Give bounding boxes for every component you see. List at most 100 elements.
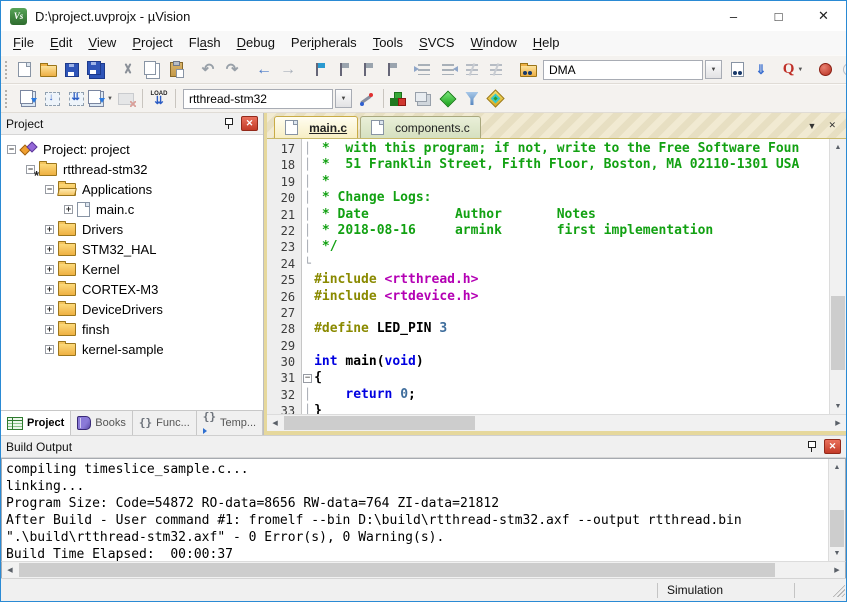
tab-main-c[interactable]: main.c (274, 116, 358, 138)
tree-item-project-project[interactable]: −Project: project (1, 139, 263, 159)
resize-grip[interactable] (831, 583, 845, 597)
expander[interactable]: + (64, 205, 73, 214)
tree-item-devicedrivers[interactable]: +DeviceDrivers (1, 299, 263, 319)
scroll-left-arrow[interactable]: ◀ (2, 562, 18, 578)
open-file-button[interactable] (37, 59, 59, 81)
rebuild-button[interactable] (65, 88, 87, 110)
code-editor[interactable]: 17│ * with this program; if not, write t… (267, 139, 829, 414)
build-output-content[interactable]: compiling timeslice_sample.c...linking..… (2, 459, 828, 561)
menu-peripherals[interactable]: Peripherals (283, 31, 365, 55)
panel-tab-temp[interactable]: {}Temp... (197, 411, 263, 435)
target-combo-dropdown[interactable]: ▼ (335, 89, 352, 108)
copy-button[interactable] (141, 59, 163, 81)
new-file-button[interactable] (13, 59, 35, 81)
menu-edit[interactable]: Edit (42, 31, 80, 55)
scroll-left-arrow[interactable]: ◀ (267, 415, 283, 431)
tree-item-kernel-sample[interactable]: +kernel-sample (1, 339, 263, 359)
expander[interactable]: + (45, 345, 54, 354)
editor-hscroll-thumb[interactable] (284, 416, 475, 430)
tree-item-cortex-m3[interactable]: +CORTEX-M3 (1, 279, 263, 299)
target-combo-input[interactable] (183, 89, 333, 109)
tree-item-finsh[interactable]: +finsh (1, 319, 263, 339)
expander[interactable]: + (45, 325, 54, 334)
disable-breakpoint-button[interactable] (838, 59, 847, 81)
menu-svcs[interactable]: SVCS (411, 31, 462, 55)
batch-build-dropdown-arrow[interactable]: ▼ (107, 96, 113, 102)
next-bookmark-button[interactable] (357, 59, 379, 81)
incremental-find-button[interactable] (750, 59, 772, 81)
prev-bookmark-button[interactable] (333, 59, 355, 81)
manage-rte-button[interactable] (389, 88, 411, 110)
menu-file[interactable]: File (5, 31, 42, 55)
scroll-up-arrow[interactable]: ▲ (830, 139, 846, 155)
document-list-button[interactable]: ▼ (808, 121, 817, 131)
maximize-button[interactable]: □ (756, 1, 801, 31)
select-packs-button[interactable] (461, 88, 483, 110)
scroll-up-arrow[interactable]: ▲ (829, 459, 845, 475)
build-button[interactable] (41, 88, 63, 110)
panel-tab-project[interactable]: Project (1, 411, 71, 435)
cut-button[interactable] (117, 59, 139, 81)
clear-bookmarks-button[interactable] (381, 59, 403, 81)
save-button[interactable] (61, 59, 83, 81)
tree-item-stm32-hal[interactable]: +STM32_HAL (1, 239, 263, 259)
save-all-button[interactable] (85, 59, 107, 81)
expander[interactable]: − (45, 185, 54, 194)
manage-project-items-button[interactable] (437, 88, 459, 110)
expander[interactable]: + (45, 265, 54, 274)
build-output-horizontal-scrollbar[interactable]: ◀ ▶ (1, 561, 846, 578)
insert-breakpoint-button[interactable] (814, 59, 836, 81)
scroll-right-arrow[interactable]: ▶ (829, 562, 845, 578)
nav-forward-button[interactable] (277, 59, 299, 81)
minimize-button[interactable]: – (711, 1, 756, 31)
find-in-files-button[interactable] (517, 59, 539, 81)
menu-view[interactable]: View (80, 31, 124, 55)
editor-vscroll-thumb[interactable] (831, 296, 845, 370)
tree-item-main-c[interactable]: +main.c (1, 199, 263, 219)
editor-vertical-scrollbar[interactable]: ▲ ▼ (829, 139, 846, 414)
build-output-close-button[interactable]: ✕ (824, 439, 841, 454)
paste-button[interactable] (165, 59, 187, 81)
expander[interactable]: + (45, 245, 54, 254)
menu-tools[interactable]: Tools (365, 31, 411, 55)
expander[interactable]: + (45, 225, 54, 234)
expander[interactable]: + (45, 305, 54, 314)
quick-find-dropdown-arrow[interactable]: ▼ (797, 67, 803, 73)
download-button[interactable]: LOAD (148, 88, 170, 110)
menu-flash[interactable]: Flash (181, 31, 229, 55)
expander[interactable]: − (7, 145, 16, 154)
toggle-comment-button[interactable] (461, 59, 483, 81)
uncomment-button[interactable] (485, 59, 507, 81)
pin-icon[interactable] (223, 117, 234, 130)
pin-icon[interactable] (806, 440, 817, 453)
tree-item-kernel[interactable]: +Kernel (1, 259, 263, 279)
translate-button[interactable] (17, 88, 39, 110)
indent-button[interactable] (413, 59, 435, 81)
stop-build-button[interactable] (115, 88, 137, 110)
pack-installer-button[interactable] (485, 88, 507, 110)
find-combo-input[interactable] (543, 60, 703, 80)
nav-back-button[interactable] (253, 59, 275, 81)
close-document-button[interactable]: ✕ (828, 120, 836, 131)
find-combo-dropdown[interactable]: ▼ (705, 60, 722, 79)
scroll-down-arrow[interactable]: ▼ (830, 398, 846, 414)
panel-tab-books[interactable]: Books (71, 411, 133, 435)
tree-item-rtthread-stm32[interactable]: −rtthread-stm32 (1, 159, 263, 179)
toggle-bookmark-button[interactable] (309, 59, 331, 81)
close-button[interactable]: ✕ (801, 1, 846, 31)
find-next-button[interactable] (726, 59, 748, 81)
tree-item-drivers[interactable]: +Drivers (1, 219, 263, 239)
batch-build-button[interactable]: ▼ (89, 88, 113, 110)
redo-button[interactable] (221, 59, 243, 81)
build-output-vertical-scrollbar[interactable]: ▲ ▼ (828, 459, 845, 561)
tree-item-applications[interactable]: −Applications (1, 179, 263, 199)
build-output-vscroll-thumb[interactable] (830, 510, 844, 547)
scroll-right-arrow[interactable]: ▶ (830, 415, 846, 431)
scroll-down-arrow[interactable]: ▼ (829, 545, 845, 561)
project-panel-close-button[interactable]: ✕ (241, 116, 258, 131)
fold-marker[interactable]: − (303, 374, 312, 383)
outdent-button[interactable] (437, 59, 459, 81)
target-options-button[interactable] (356, 88, 378, 110)
menu-help[interactable]: Help (525, 31, 568, 55)
menu-project[interactable]: Project (124, 31, 180, 55)
